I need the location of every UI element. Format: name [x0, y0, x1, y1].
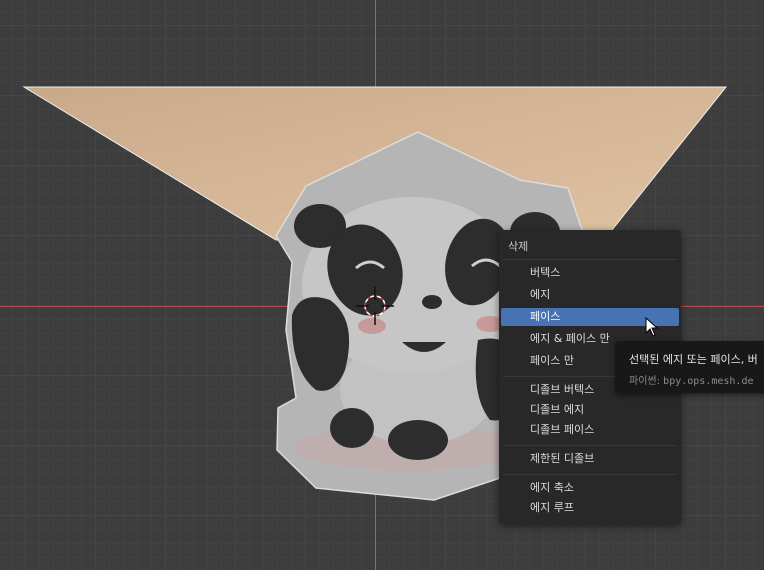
menu-separator	[503, 259, 677, 260]
tooltip-python-command: bpy.ops.mesh.de	[663, 376, 754, 387]
3d-viewport[interactable]: 삭제 버텍스 에지 페이스 에지 & 페이스 만 페이스 만 디졸브 버텍스 디…	[0, 0, 764, 570]
menu-separator	[503, 445, 677, 446]
menu-title: 삭제	[508, 240, 529, 253]
arrow-pointer-icon	[645, 317, 659, 337]
tooltip-python-label: 파이썬:	[629, 376, 660, 387]
menu-item-dissolve-edges[interactable]: 디졸브 에지	[501, 401, 679, 419]
menu-separator	[503, 474, 677, 475]
menu-item-limited-dissolve[interactable]: 제한된 디졸브	[501, 450, 679, 468]
tooltip-description: 선택된 에지 또는 페이스, 버	[629, 353, 758, 366]
menu-item-edge-loops[interactable]: 에지 루프	[501, 499, 679, 517]
menu-item-vertices[interactable]: 버텍스	[501, 264, 679, 282]
tooltip-python-line: 파이썬: bpy.ops.mesh.de	[629, 372, 753, 387]
menu-item-dissolve-faces[interactable]: 디졸브 페이스	[501, 421, 679, 439]
menu-item-edge-collapse[interactable]: 에지 축소	[501, 479, 679, 497]
tooltip: 선택된 에지 또는 페이스, 버 파이썬: bpy.ops.mesh.de	[615, 341, 764, 393]
menu-item-edges[interactable]: 에지	[501, 286, 679, 304]
